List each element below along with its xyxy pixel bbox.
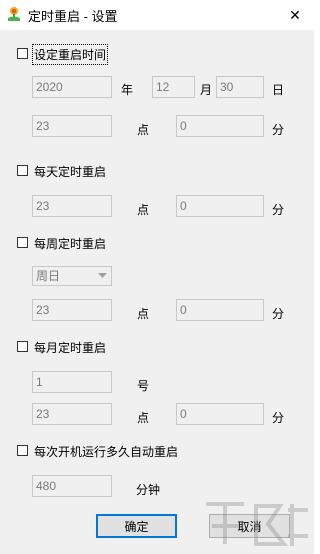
monthly-minute-input[interactable]: 0	[176, 403, 264, 425]
restart-time-hour-input[interactable]: 23	[32, 115, 112, 137]
restart-time-hour-unit: 点	[137, 123, 150, 137]
weekly-restart-checkbox[interactable]	[17, 237, 28, 248]
restart-time-minute-unit: 分	[272, 123, 285, 137]
watermark-logo	[206, 502, 308, 546]
weekly-minute-input[interactable]: 0	[176, 299, 264, 321]
weekly-restart-label[interactable]: 每周定时重启	[34, 235, 106, 252]
day-unit-label: 日	[272, 83, 285, 97]
weekday-select[interactable]: 周日	[32, 266, 112, 286]
window-title: 定时重启 - 设置	[28, 9, 118, 24]
weekly-minute-unit: 分	[272, 307, 285, 321]
monthly-day-unit: 号	[137, 379, 150, 393]
ok-button[interactable]: 确定	[96, 514, 177, 538]
daily-minute-input[interactable]: 0	[176, 195, 264, 217]
monthly-hour-unit: 点	[137, 411, 150, 425]
month-unit-label: 月	[200, 83, 213, 97]
after-boot-minutes-unit: 分钟	[136, 483, 161, 497]
month-input[interactable]: 12	[152, 76, 195, 98]
close-icon: ✕	[289, 6, 301, 23]
chevron-down-icon	[94, 268, 110, 284]
title-bar: 定时重启 - 设置 ✕	[0, 0, 314, 30]
year-unit-label: 年	[121, 83, 134, 97]
day-input[interactable]: 30	[216, 76, 264, 98]
year-input[interactable]: 2020	[32, 76, 112, 98]
monthly-day-input[interactable]: 1	[32, 371, 112, 393]
weekly-hour-unit: 点	[137, 307, 150, 321]
monthly-restart-checkbox[interactable]	[17, 341, 28, 352]
monthly-restart-label[interactable]: 每月定时重启	[34, 339, 106, 356]
monthly-hour-input[interactable]: 23	[32, 403, 112, 425]
flower-icon	[8, 7, 20, 21]
set-restart-time-label[interactable]: 设定重启时间	[31, 44, 109, 65]
close-button[interactable]: ✕	[276, 0, 314, 30]
after-boot-restart-checkbox[interactable]	[17, 445, 28, 456]
weekly-hour-input[interactable]: 23	[32, 299, 112, 321]
after-boot-minutes-input[interactable]: 480	[32, 475, 112, 497]
weekday-selected-value: 周日	[36, 269, 61, 283]
daily-hour-unit: 点	[137, 203, 150, 217]
dialog-body: 设定重启时间 2020 年 12 月 30 日 23 点 0 分 每天定时重启 …	[0, 30, 314, 554]
daily-restart-checkbox[interactable]	[17, 165, 28, 176]
monthly-minute-unit: 分	[272, 411, 285, 425]
daily-restart-label[interactable]: 每天定时重启	[34, 163, 106, 180]
daily-minute-unit: 分	[272, 203, 285, 217]
set-restart-time-checkbox[interactable]	[17, 48, 28, 59]
restart-time-minute-input[interactable]: 0	[176, 115, 264, 137]
daily-hour-input[interactable]: 23	[32, 195, 112, 217]
after-boot-restart-label[interactable]: 每次开机运行多久自动重启	[34, 443, 178, 460]
